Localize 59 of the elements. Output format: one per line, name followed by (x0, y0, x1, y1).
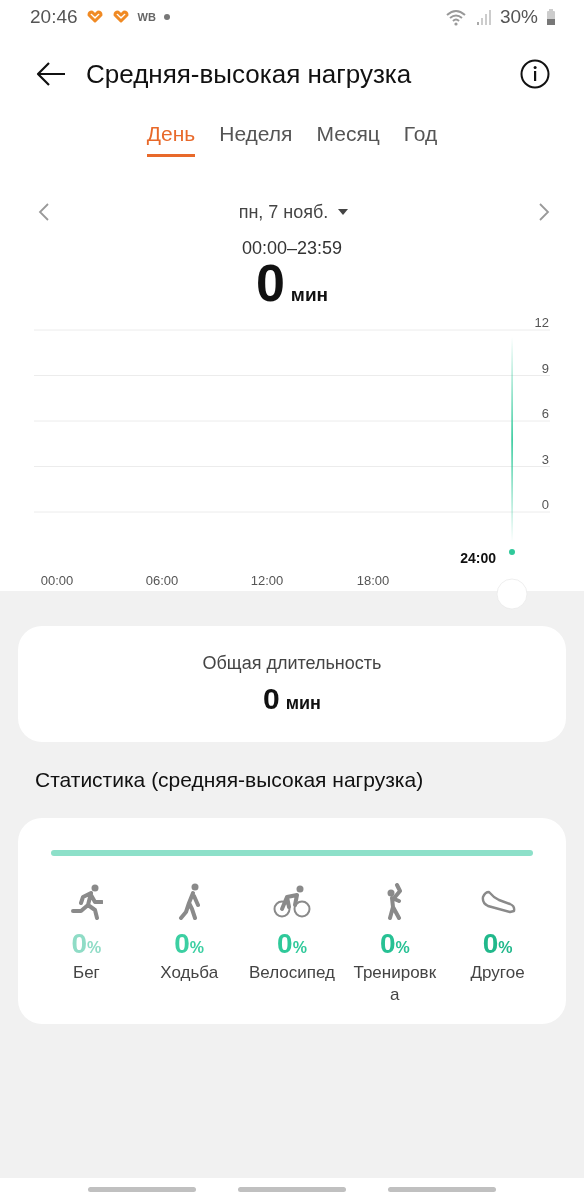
battery-icon (546, 8, 556, 26)
running-icon (69, 883, 103, 920)
date-dropdown[interactable]: пн, 7 нояб. (238, 201, 350, 223)
total-label: Общая длительность (202, 652, 382, 674)
x-axis-label: 18:00 (356, 573, 390, 588)
y-axis-label: 3 (541, 451, 549, 467)
y-axis-label: 9 (541, 360, 549, 376)
period-tab[interactable]: Год (403, 118, 438, 157)
activity-label: Велосипед (249, 962, 335, 984)
total-unit: мин (285, 692, 321, 714)
activity-label: Бег (73, 962, 100, 984)
total-value: 0 (263, 681, 280, 716)
caret-icon (337, 208, 350, 216)
percent-unit: % (292, 939, 307, 957)
y-axis-label: 0 (541, 497, 549, 512)
x-axis-label: 12:00 (250, 573, 284, 588)
next-button[interactable] (538, 202, 550, 222)
percent-unit: % (189, 939, 205, 957)
minutes-value: 0 (255, 257, 285, 309)
cursor-time-label: 24:00 (460, 550, 496, 566)
percent-unit: % (87, 939, 102, 957)
nav-handle[interactable] (388, 1186, 496, 1192)
wifi-icon (445, 8, 468, 26)
dot-icon (163, 14, 170, 20)
y-axis-label: 12 (534, 315, 549, 330)
activity-label: Ходьба (160, 962, 219, 984)
percent-value: 0 (71, 928, 88, 960)
info-button[interactable] (520, 59, 550, 89)
section-title: Статистика (средняя-высокая нагрузка) (35, 768, 425, 793)
x-axis-label: 00:00 (40, 573, 74, 588)
x-axis-label: 06:00 (145, 573, 179, 588)
back-button[interactable] (36, 62, 66, 86)
status-label: WB (137, 11, 156, 23)
stretching-icon (386, 883, 403, 920)
heart-icon (111, 10, 130, 24)
percent-unit: % (498, 939, 513, 957)
minutes-unit: мин (290, 284, 329, 306)
nav-handle[interactable] (88, 1186, 196, 1192)
period-tab[interactable]: Неделя (219, 118, 293, 157)
battery-percent: 30% (499, 6, 538, 28)
cyclist-icon (273, 883, 311, 920)
activity-label: Другое (470, 962, 525, 984)
time-range: 00:00–23:59 (240, 238, 344, 259)
percent-unit: % (395, 939, 410, 957)
signal-icon (475, 8, 492, 26)
walking-icon (178, 883, 201, 920)
nav-handle[interactable] (238, 1186, 346, 1192)
clock-time: 20:46 (30, 6, 78, 28)
percent-value: 0 (174, 928, 190, 960)
previous-button[interactable] (38, 202, 50, 222)
percent-value: 0 (379, 928, 396, 960)
y-axis-label: 6 (541, 406, 549, 421)
page-title: Средняя-высокая нагрузка (86, 58, 413, 90)
period-tab[interactable]: Месяц (316, 118, 380, 157)
heart-icon (85, 10, 104, 24)
cursor-dot (509, 549, 515, 555)
percent-value: 0 (277, 928, 293, 960)
percent-value: 0 (482, 928, 499, 960)
activity-label: Тренировка (352, 962, 438, 1006)
